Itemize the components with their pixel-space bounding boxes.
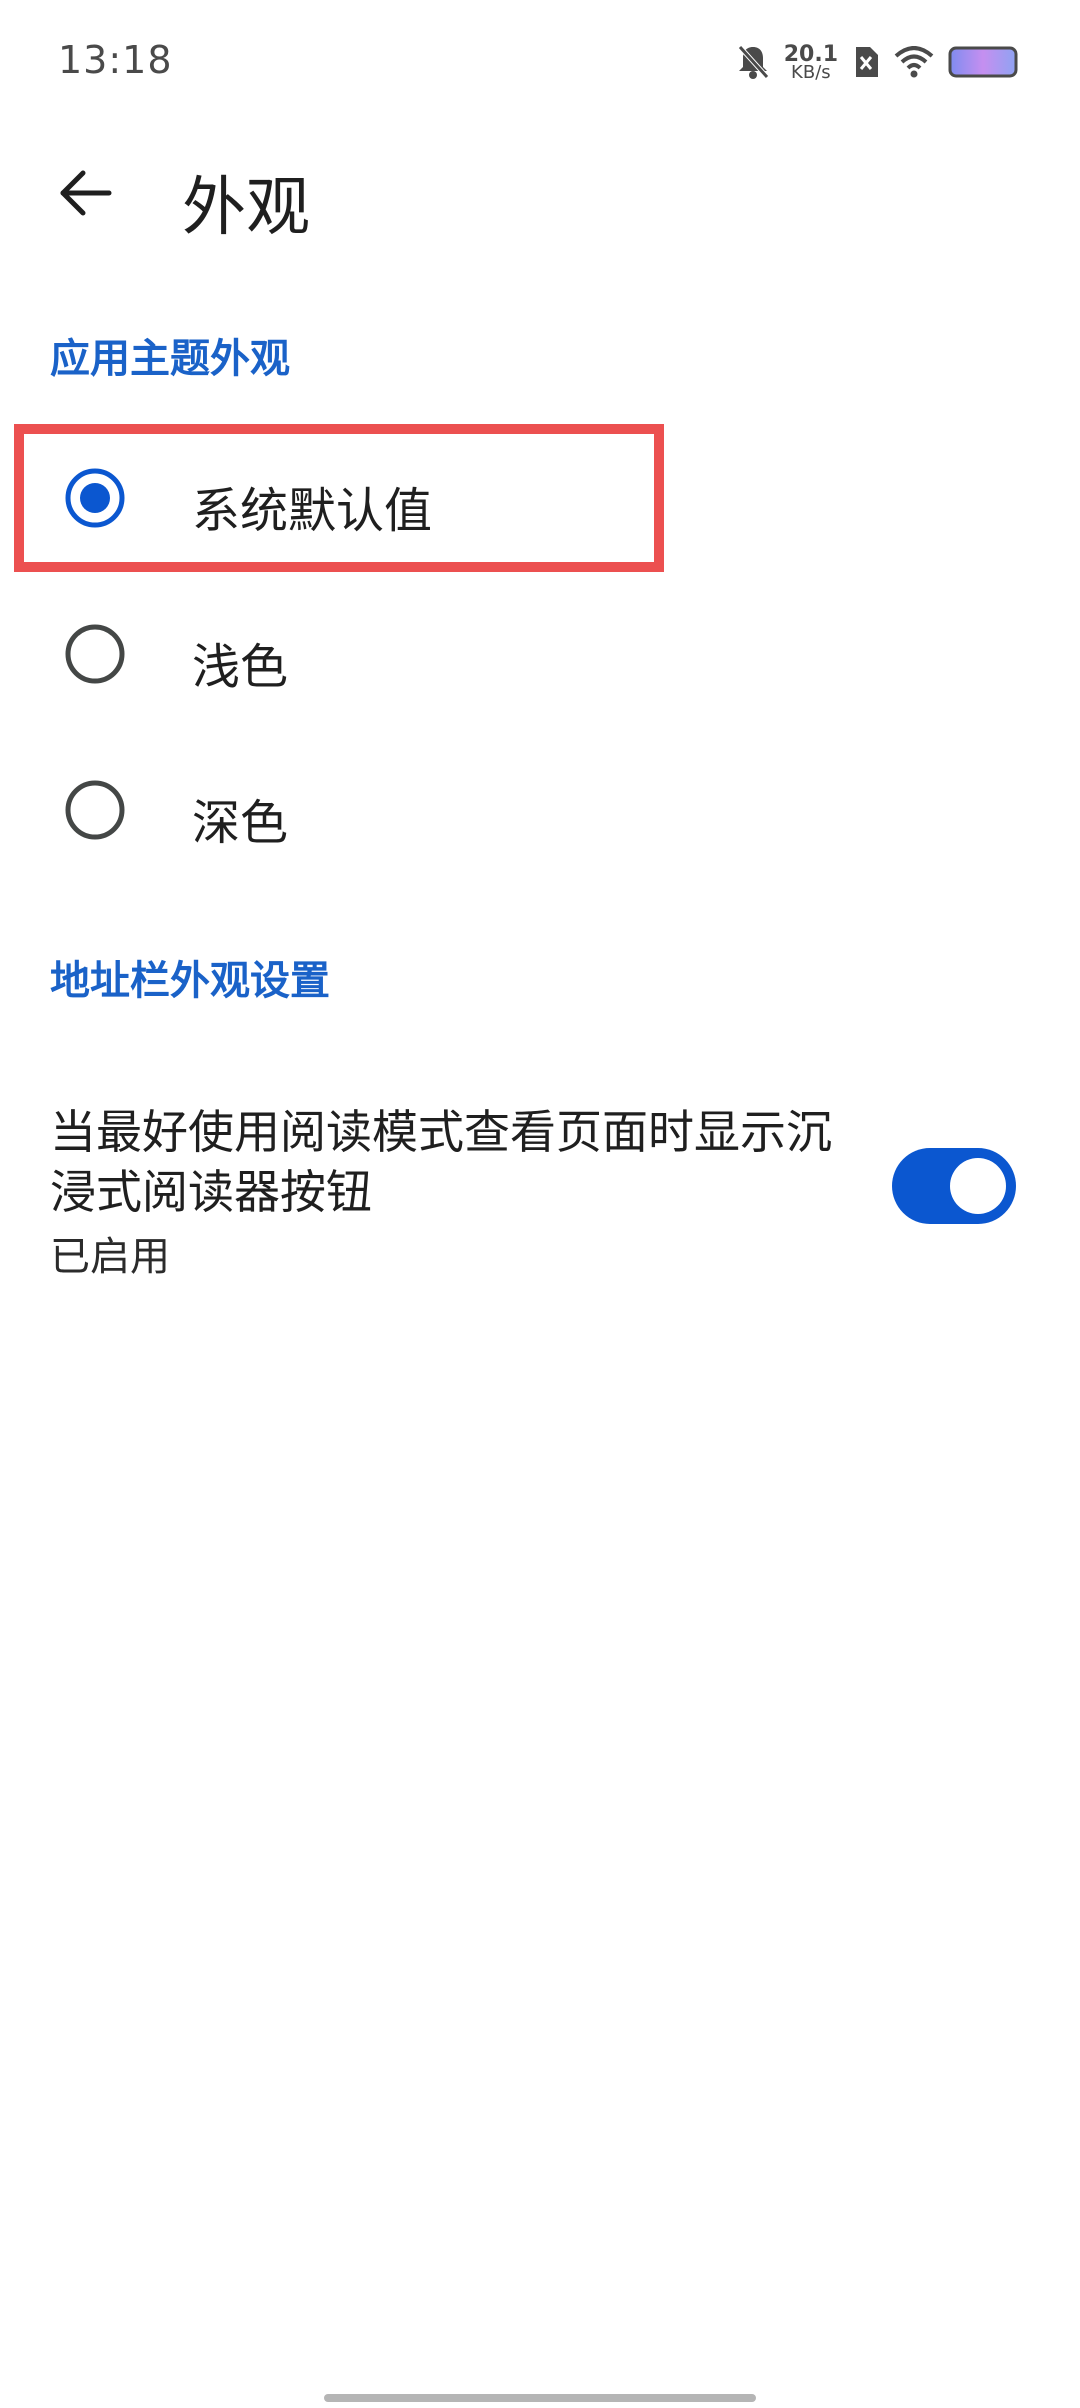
net-speed: 20.1 KB/s [784, 44, 838, 83]
status-bar: 13:18 20.1 KB/s [0, 0, 1080, 120]
net-speed-unit: KB/s [791, 62, 831, 83]
radio-label: 浅色 [192, 639, 289, 695]
wifi-icon [894, 46, 934, 82]
status-time: 13:18 [58, 38, 173, 82]
back-button[interactable] [40, 150, 130, 240]
immersive-reader-setting[interactable]: 当最好使用阅读模式查看页面时显示沉浸式阅读器按钮 已启用 [0, 1090, 1080, 1290]
status-icons: 20.1 KB/s [736, 40, 1020, 88]
bell-off-icon [736, 43, 770, 85]
radio-unselected-icon [64, 779, 126, 841]
radio-unselected-icon [64, 623, 126, 685]
battery-icon [948, 46, 1020, 82]
radio-label: 深色 [192, 795, 289, 851]
home-indicator[interactable] [324, 2394, 756, 2402]
highlight-annotation-box [14, 424, 664, 572]
theme-section-header: 应用主题外观 [50, 336, 290, 382]
setting-title: 当最好使用阅读模式查看页面时显示沉浸式阅读器按钮 [50, 1105, 832, 1219]
radio-option-dark[interactable]: 深色 [0, 735, 1080, 885]
immersive-reader-toggle[interactable] [892, 1148, 1016, 1224]
sim-x-icon [852, 45, 880, 83]
setting-summary: 已启用 [50, 1234, 170, 1280]
address-bar-section-header: 地址栏外观设置 [50, 958, 330, 1004]
radio-option-light[interactable]: 浅色 [0, 579, 1080, 729]
page-title: 外观 [182, 171, 310, 245]
arrow-left-icon [57, 169, 113, 221]
app-bar: 外观 [0, 120, 1080, 270]
toggle-thumb [950, 1158, 1006, 1214]
